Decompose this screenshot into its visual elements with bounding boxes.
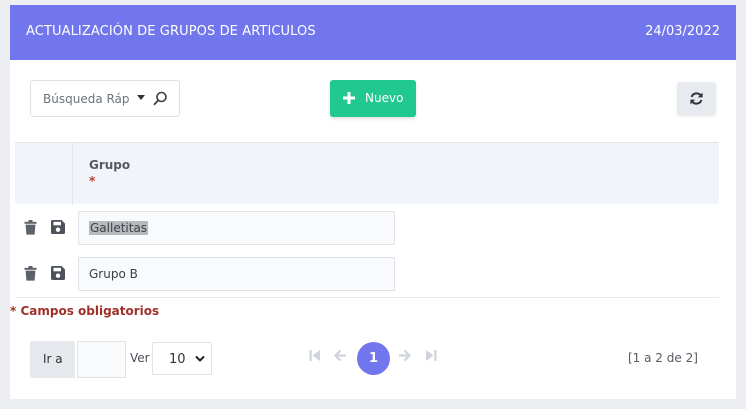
- current-page-button[interactable]: 1: [357, 342, 390, 375]
- save-icon[interactable]: [51, 266, 65, 280]
- header-date: 24/03/2022: [645, 24, 720, 39]
- per-page-label: Ver: [130, 351, 150, 365]
- first-page-icon[interactable]: [309, 349, 321, 362]
- grupo-field[interactable]: Grupo B: [78, 257, 395, 291]
- page-title: ACTUALIZACIÓN DE GRUPOS DE ARTICULOS: [26, 24, 316, 39]
- column-header-grupo[interactable]: Grupo: [89, 158, 130, 172]
- trash-icon[interactable]: [24, 266, 37, 281]
- last-page-icon[interactable]: [425, 349, 437, 362]
- save-icon[interactable]: [51, 220, 65, 234]
- required-mark: *: [89, 174, 96, 188]
- plus-icon: [343, 92, 355, 104]
- trash-icon[interactable]: [24, 220, 37, 235]
- record-range: [1 a 2 de 2]: [628, 351, 698, 365]
- search-icon[interactable]: [153, 91, 168, 106]
- previous-page-icon[interactable]: [334, 349, 347, 362]
- grid-header: Grupo *: [15, 142, 719, 205]
- grid-header-divider: [72, 143, 73, 205]
- goto-page-label: Ir a: [43, 352, 63, 366]
- search-dropdown-caret-icon[interactable]: [137, 95, 145, 100]
- per-page-value: 10: [169, 352, 186, 367]
- grupo-field-value: Galletitas: [89, 221, 149, 235]
- grupo-field-value: Grupo B: [89, 267, 138, 281]
- next-page-icon[interactable]: [398, 349, 411, 362]
- main-panel: ACTUALIZACIÓN DE GRUPOS DE ARTICULOS 24/…: [10, 5, 736, 399]
- goto-page-input[interactable]: [77, 341, 126, 378]
- quick-search-input[interactable]: Búsqueda Ráp: [30, 80, 180, 117]
- grid-bottom-border: [15, 297, 719, 298]
- refresh-icon: [690, 92, 703, 105]
- required-fields-note: * Campos obligatorios: [10, 304, 160, 318]
- new-button-label: Nuevo: [365, 91, 404, 105]
- chevron-down-icon: [195, 355, 205, 362]
- search-placeholder: Búsqueda Ráp: [43, 92, 129, 106]
- current-page-number: 1: [368, 351, 379, 366]
- grupo-field[interactable]: Galletitas: [78, 211, 395, 245]
- new-button[interactable]: Nuevo: [330, 80, 416, 117]
- goto-page-button[interactable]: Ir a: [30, 341, 75, 378]
- page-header: ACTUALIZACIÓN DE GRUPOS DE ARTICULOS 24/…: [10, 5, 736, 60]
- refresh-button[interactable]: [677, 82, 716, 115]
- per-page-select[interactable]: 10: [152, 342, 212, 375]
